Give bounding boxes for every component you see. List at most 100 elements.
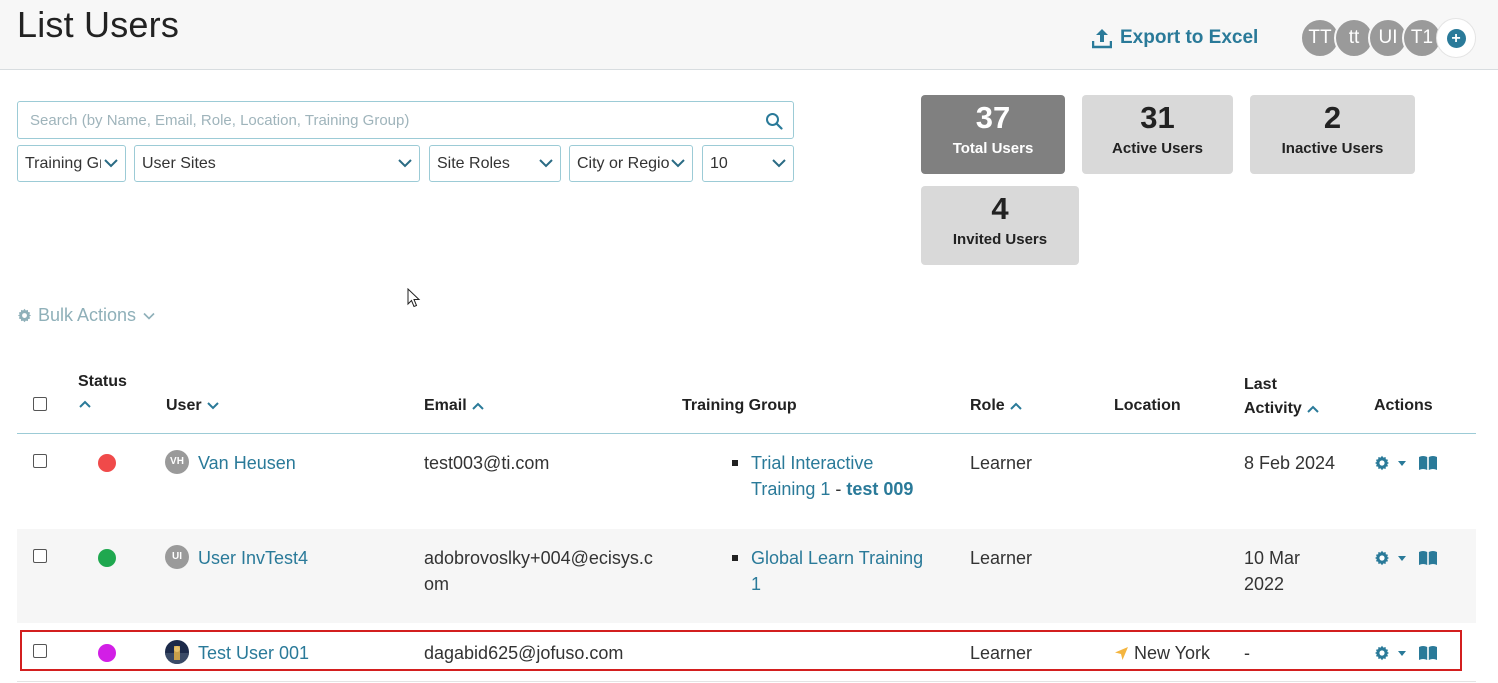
bulk-actions-label: Bulk Actions xyxy=(38,305,137,325)
upload-icon xyxy=(1092,29,1112,49)
sort-desc-icon xyxy=(206,402,219,410)
training-group-separator: - xyxy=(830,479,847,499)
page-size-value: 10 xyxy=(710,155,728,172)
training-group-filter[interactable]: Training Gr xyxy=(17,145,126,182)
city-region-filter-value: City or Regior xyxy=(577,155,669,172)
training-group-column-header: Training Group xyxy=(682,397,797,415)
location-column-header: Location xyxy=(1114,397,1181,415)
location-header-label: Location xyxy=(1114,397,1181,414)
status-dot xyxy=(98,549,116,567)
training-group-filter-value: Training Gr xyxy=(25,155,101,172)
invited-users-label: Invited Users xyxy=(952,231,1048,248)
email-header-label: Email xyxy=(424,397,467,414)
actions-header-label: Actions xyxy=(1374,397,1433,414)
invited-users-count: 4 xyxy=(991,191,1009,226)
training-group-item: Global Learn Training 1 xyxy=(732,545,951,597)
book-icon[interactable] xyxy=(1418,550,1438,566)
row-checkbox[interactable] xyxy=(33,549,47,563)
training-group-subgroup-link[interactable]: test 009 xyxy=(846,479,913,499)
total-users-label: Total Users xyxy=(952,140,1034,157)
last-activity-line2: 2022 xyxy=(1244,574,1285,594)
total-users-card[interactable]: 37 Total Users xyxy=(921,95,1065,174)
plus-icon: + xyxy=(1446,28,1466,48)
gear-icon[interactable] xyxy=(1374,455,1390,471)
user-email: adobrovoslky+004@ecisys.c om xyxy=(424,545,653,597)
status-header-label: Status xyxy=(78,373,127,390)
search-box xyxy=(17,101,794,139)
chevron-down-icon xyxy=(671,159,685,168)
sort-asc-icon xyxy=(1009,402,1022,410)
user-header-label: User xyxy=(166,397,202,414)
user-email: test003@ti.com xyxy=(424,453,550,473)
user-name-link[interactable]: User InvTest4 xyxy=(198,545,308,571)
search-icon[interactable] xyxy=(765,112,783,130)
email-column-header[interactable]: Email xyxy=(424,397,485,415)
invited-users-card[interactable]: 4 Invited Users xyxy=(921,186,1079,265)
user-email-line1: adobrovoslky+004@ecisys.c xyxy=(424,548,653,568)
chevron-down-icon xyxy=(398,159,412,168)
row-actions xyxy=(1374,550,1438,566)
user-sites-filter[interactable]: User Sites xyxy=(134,145,420,182)
export-to-excel-button[interactable]: Export to Excel xyxy=(1092,24,1258,52)
page-title: List Users xyxy=(17,4,180,45)
caret-down-icon[interactable] xyxy=(1396,455,1408,471)
user-role: Learner xyxy=(970,548,1033,568)
city-region-filter[interactable]: City or Regior xyxy=(569,145,693,182)
list-bullet xyxy=(732,460,738,466)
gear-icon[interactable] xyxy=(1374,550,1390,566)
selected-row-highlight xyxy=(20,630,1462,671)
user-email-line2: om xyxy=(424,574,450,594)
sort-asc-icon xyxy=(1307,405,1319,413)
user-role: Learner xyxy=(970,453,1033,473)
chevron-down-icon xyxy=(539,159,553,168)
book-icon[interactable] xyxy=(1418,455,1438,471)
user-avatar: UI xyxy=(165,545,189,569)
user-avatar: VH xyxy=(165,450,189,474)
select-all-checkbox[interactable] xyxy=(33,397,47,411)
add-avatar-button[interactable]: + xyxy=(1436,18,1476,58)
gear-icon xyxy=(17,308,32,323)
active-users-count: 31 xyxy=(1140,100,1175,135)
role-column-header[interactable]: Role xyxy=(970,397,1023,415)
training-group-link-cont[interactable]: 1 xyxy=(751,571,951,597)
role-header-label: Role xyxy=(970,397,1005,414)
user-avatar-group: TT tt UI T1 + xyxy=(1300,18,1476,58)
chevron-down-icon xyxy=(104,159,118,168)
last-activity-header-label-line2: Activity xyxy=(1244,400,1302,417)
sort-asc-icon xyxy=(471,402,484,410)
inactive-users-card[interactable]: 2 Inactive Users xyxy=(1250,95,1415,174)
active-users-card[interactable]: 31 Active Users xyxy=(1082,95,1233,174)
training-group-link[interactable]: Global Learn Training xyxy=(751,545,951,571)
row-checkbox[interactable] xyxy=(33,454,47,468)
page-size-select[interactable]: 10 xyxy=(702,145,794,182)
last-activity-column-header[interactable]: Last Activity xyxy=(1244,373,1320,421)
training-group-link[interactable]: Trial Interactive xyxy=(751,450,951,476)
sort-asc-icon xyxy=(79,400,91,408)
user-name-link[interactable]: Van Heusen xyxy=(198,450,296,476)
inactive-users-label: Inactive Users xyxy=(1281,140,1384,157)
total-users-count: 37 xyxy=(975,100,1011,135)
training-group-link-cont[interactable]: Training 1 xyxy=(751,479,830,499)
last-activity-line1: 10 Mar xyxy=(1244,548,1301,568)
bulk-actions-dropdown[interactable]: Bulk Actions xyxy=(17,305,156,326)
status-column-header[interactable]: Status xyxy=(78,373,127,409)
row-actions xyxy=(1374,455,1438,471)
user-column-header[interactable]: User xyxy=(166,397,220,415)
top-bar: List Users Export to Excel TT tt UI T1 + xyxy=(0,0,1498,70)
row-divider xyxy=(17,681,1476,682)
site-roles-filter-value: Site Roles xyxy=(437,155,510,172)
active-users-label: Active Users xyxy=(1112,140,1203,157)
inactive-users-count: 2 xyxy=(1323,100,1342,135)
user-sites-filter-value: User Sites xyxy=(142,155,216,172)
chevron-down-icon xyxy=(143,312,155,320)
actions-column-header: Actions xyxy=(1374,397,1433,415)
list-bullet xyxy=(732,555,738,561)
search-input[interactable] xyxy=(18,102,748,138)
training-group-header-label: Training Group xyxy=(682,397,797,414)
caret-down-icon[interactable] xyxy=(1396,550,1408,566)
status-dot xyxy=(98,454,116,472)
mouse-cursor-icon xyxy=(407,288,421,308)
site-roles-filter[interactable]: Site Roles xyxy=(429,145,561,182)
table-row xyxy=(17,434,1476,528)
last-activity: 8 Feb 2024 xyxy=(1244,453,1336,473)
